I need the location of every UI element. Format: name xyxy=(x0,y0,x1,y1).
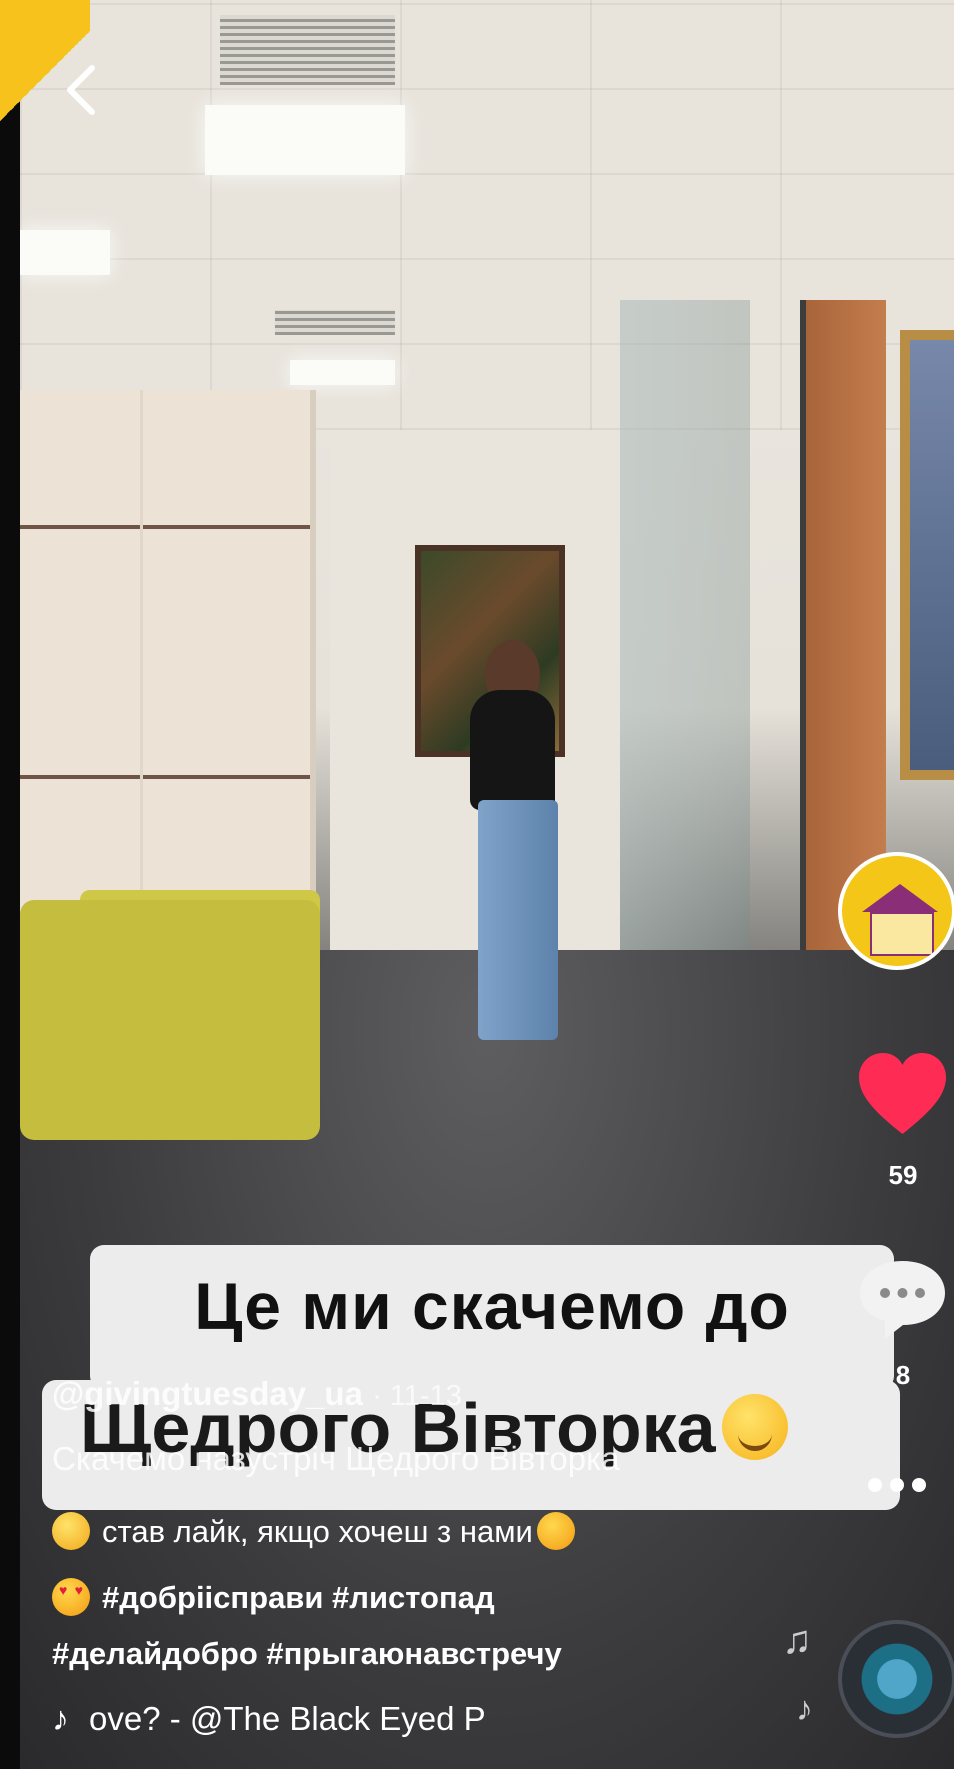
person-torso xyxy=(470,690,555,810)
wardrobe xyxy=(20,390,316,920)
description-text: став лайк, якщо хочеш з нами xyxy=(102,1514,533,1549)
heart-icon xyxy=(859,1053,946,1134)
like-button[interactable] xyxy=(855,1050,950,1140)
ceiling-light xyxy=(20,230,110,275)
post-date: · 11-13 xyxy=(372,1380,462,1412)
comment-count: 8 xyxy=(895,1360,911,1390)
ceiling-vent xyxy=(220,15,395,85)
smiling-hearts-icon xyxy=(536,1512,575,1550)
yellow-sofa xyxy=(20,900,320,1140)
hashtags-line2[interactable]: #делайдобро #прыгаюнавстречу xyxy=(52,1636,562,1672)
comment-bubble-icon xyxy=(860,1261,945,1339)
profile-avatar[interactable] xyxy=(838,852,954,970)
music-note-icon: ♪ xyxy=(52,1700,69,1738)
ceiling-vent xyxy=(275,310,395,335)
video-caption-line1: Це ми скачемо до xyxy=(194,1269,790,1343)
music-info[interactable]: ♪ ove? - @The Black Eyed P xyxy=(52,1700,486,1739)
hashtags-text[interactable]: #добріісправи #листопад xyxy=(102,1580,495,1615)
music-title[interactable]: ove? - @The Black Eyed P xyxy=(89,1700,486,1737)
comment-button[interactable] xyxy=(855,1255,950,1345)
heart-eyes-icon xyxy=(52,1578,90,1616)
floating-note-icon: ♫ xyxy=(782,1618,812,1662)
laughing-face-icon xyxy=(52,1512,90,1550)
chevron-left-icon xyxy=(67,65,95,115)
username[interactable]: @givingtuesday_ua xyxy=(52,1375,363,1412)
house-roof-icon xyxy=(862,884,938,912)
ceiling-light xyxy=(205,105,405,175)
description-line1: Скачемо назустріч Щедрого Вівторка xyxy=(52,1440,620,1477)
hashtags-line1[interactable]: #добріісправи #листопад xyxy=(52,1578,495,1616)
house-icon xyxy=(870,912,934,956)
like-count: 59 xyxy=(888,1160,918,1190)
more-dots-icon[interactable] xyxy=(868,1478,948,1502)
ceiling-light xyxy=(290,360,395,385)
post-author[interactable]: @givingtuesday_ua · 11-13 xyxy=(52,1375,462,1413)
smiling-face-icon xyxy=(721,1394,788,1460)
description-line2: став лайк, якщо хочеш з нами xyxy=(52,1512,587,1550)
back-button[interactable] xyxy=(58,60,108,120)
floating-note-icon: ♪ xyxy=(796,1690,813,1728)
framed-picture xyxy=(900,330,954,780)
person-legs xyxy=(478,800,558,1040)
music-disc-icon[interactable] xyxy=(838,1620,954,1738)
